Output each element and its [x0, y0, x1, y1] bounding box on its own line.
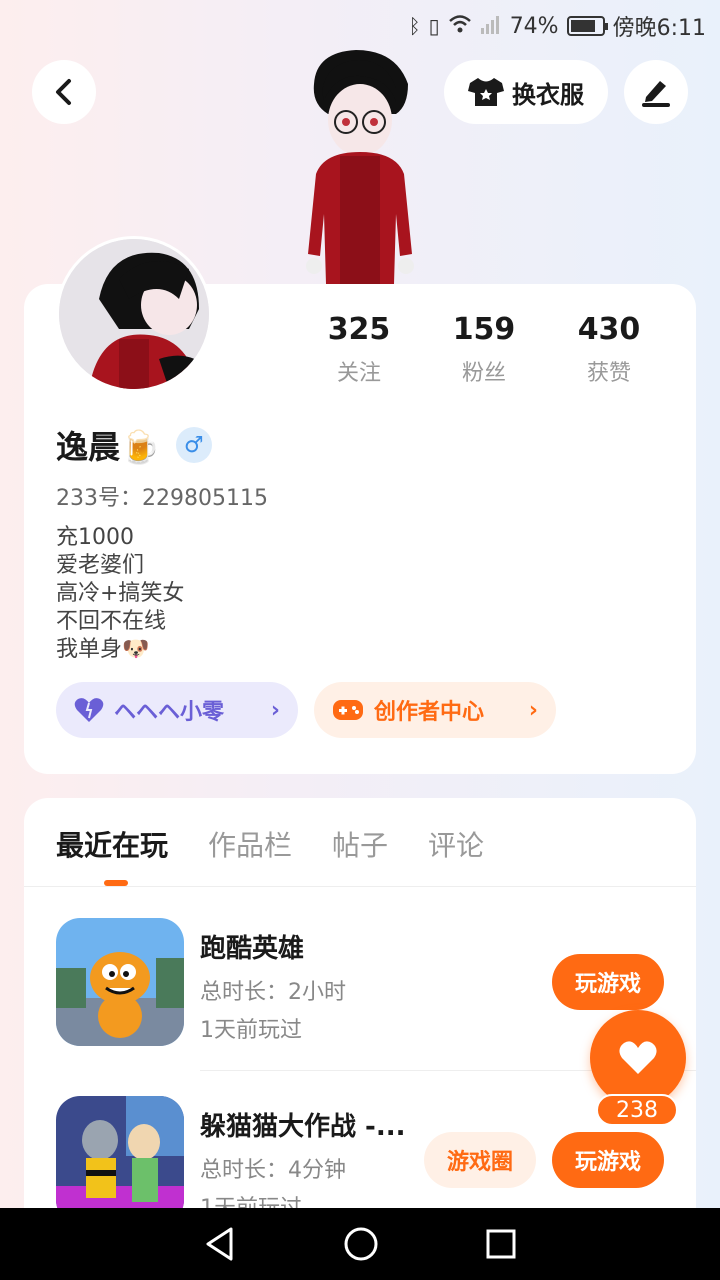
- clock: 傍晚6:11: [612, 16, 706, 41]
- name-row: 逸晨🍺 ♂: [56, 422, 212, 468]
- bio-line: 不回不在线: [56, 609, 167, 634]
- fan-group-button[interactable]: ヘヘヘ小零 ›: [56, 682, 298, 738]
- game-title: 跑酷英雄: [200, 934, 305, 964]
- following-count: 325: [327, 312, 391, 347]
- battery-percent: 74%: [509, 13, 559, 39]
- profile-stats: 325 关注 159 粉丝 430 获赞: [304, 312, 664, 387]
- nav-back-icon[interactable]: [203, 1226, 237, 1262]
- edit-profile-button[interactable]: [624, 60, 688, 124]
- change-outfit-label: 换衣服: [512, 80, 584, 109]
- status-bar: ᛒ ▯ 74% 傍晚6:11: [0, 0, 720, 50]
- stat-likes[interactable]: 430 获赞: [554, 312, 664, 387]
- fans-count: 159: [452, 312, 516, 347]
- vibrate-icon: ▯: [428, 14, 440, 38]
- bio-line: 充1000: [56, 525, 134, 550]
- game-thumbnail[interactable]: [56, 1096, 184, 1224]
- game-duration: 总时长：4分钟: [200, 1158, 346, 1183]
- status-icons: ᛒ ▯ 74% 傍晚6:11: [409, 10, 706, 42]
- edit-icon: [642, 81, 670, 107]
- creator-center-label: 创作者中心: [374, 700, 485, 725]
- bluetooth-icon: ᛒ: [408, 14, 421, 38]
- like-button[interactable]: [590, 1010, 686, 1106]
- fans-label: 粉丝: [461, 361, 506, 386]
- chevron-right-icon: ›: [270, 697, 280, 723]
- tab-works[interactable]: 作品栏: [208, 824, 292, 864]
- likes-label: 获赞: [586, 361, 631, 386]
- stat-following[interactable]: 325 关注: [304, 312, 414, 387]
- tab-recent-games[interactable]: 最近在玩: [56, 824, 168, 864]
- game-thumbnail[interactable]: [56, 918, 184, 1046]
- back-icon: [56, 79, 71, 105]
- stat-fans[interactable]: 159 粉丝: [429, 312, 539, 387]
- heart-icon: [619, 1041, 657, 1074]
- signal-icon: [480, 14, 502, 39]
- chevron-right-icon: ›: [528, 697, 538, 723]
- content-card: 最近在玩 作品栏 帖子 评论 跑酷英雄 总时长：2小时 1天前玩过 玩游戏 躲猫…: [24, 798, 696, 1258]
- play-game-button[interactable]: 玩游戏: [552, 954, 664, 1010]
- tab-posts[interactable]: 帖子: [332, 824, 388, 864]
- user-bio: 充1000 爱老婆们 高冷+搞笑女 不回不在线 我单身🐶: [56, 524, 184, 664]
- shirt-icon: [468, 78, 504, 106]
- gamepad-icon: [333, 700, 363, 720]
- likes-count: 430: [577, 312, 641, 347]
- battery-icon: [566, 16, 608, 36]
- heart-icon: [74, 698, 104, 722]
- bio-line: 高冷+搞笑女: [56, 581, 185, 606]
- game-circle-button[interactable]: 游戏圈: [424, 1132, 536, 1188]
- bio-line: 我单身🐶: [56, 637, 150, 662]
- following-label: 关注: [336, 361, 381, 386]
- wifi-icon: [448, 14, 472, 39]
- game-last-played: 1天前玩过: [200, 1018, 302, 1043]
- bio-line: 爱老婆们: [56, 553, 145, 578]
- back-button[interactable]: [32, 60, 96, 124]
- play-game-button[interactable]: 玩游戏: [552, 1132, 664, 1188]
- change-outfit-button[interactable]: 换衣服: [444, 60, 608, 124]
- like-count-badge: 238: [596, 1094, 678, 1126]
- avatar[interactable]: [56, 236, 212, 392]
- user-id[interactable]: 233号：229805115: [56, 480, 268, 512]
- user-name: 逸晨🍺: [56, 428, 160, 466]
- divider: [24, 886, 696, 887]
- nav-home-icon[interactable]: [343, 1226, 379, 1262]
- game-title: 躲猫猫大作战 -...: [200, 1112, 406, 1142]
- creator-center-button[interactable]: 创作者中心 ›: [314, 682, 556, 738]
- nav-recents-icon[interactable]: [485, 1228, 517, 1260]
- tab-comments[interactable]: 评论: [428, 824, 484, 864]
- system-nav-bar: [0, 1208, 720, 1280]
- profile-tabs: 最近在玩 作品栏 帖子 评论: [56, 824, 484, 864]
- avatar-figure[interactable]: [296, 44, 426, 284]
- gender-male-icon: ♂: [175, 427, 212, 463]
- game-duration: 总时长：2小时: [200, 980, 346, 1005]
- fan-group-label: ヘヘヘ小零: [114, 700, 225, 725]
